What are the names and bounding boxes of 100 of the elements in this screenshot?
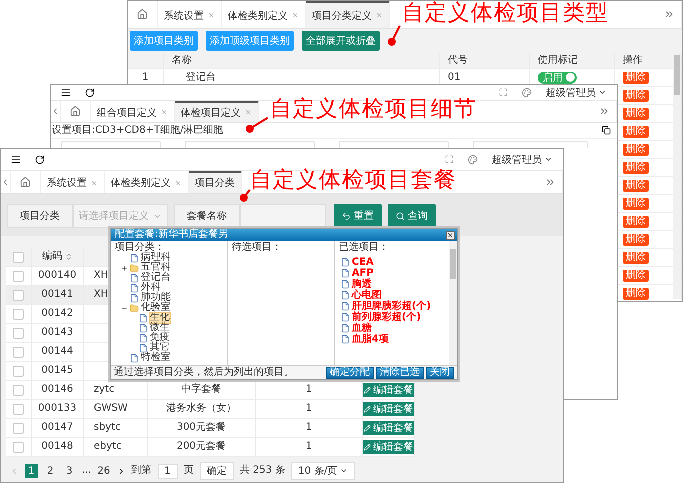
palette-icon[interactable] <box>468 154 478 164</box>
delete-button[interactable]: 删除 <box>623 144 649 156</box>
toolbar-button[interactable]: 添加项目类别 <box>130 31 198 51</box>
delete-button[interactable]: 删除 <box>623 108 649 120</box>
refresh-icon[interactable] <box>85 88 95 98</box>
close-icon[interactable] <box>208 12 215 19</box>
checkbox[interactable] <box>13 366 24 376</box>
dialog-button[interactable]: 清除已选 <box>376 366 424 378</box>
name-input[interactable] <box>240 204 326 228</box>
refresh-icon[interactable] <box>35 154 45 164</box>
tab[interactable]: 项目分类 <box>189 171 242 193</box>
delete-button[interactable]: 删除 <box>623 90 649 102</box>
home-icon[interactable] <box>70 106 81 117</box>
selected-item[interactable]: 血脂4项 <box>352 334 389 344</box>
checkbox[interactable] <box>13 252 24 262</box>
tree-item[interactable]: 化验室 <box>141 303 171 313</box>
close-icon[interactable] <box>175 180 182 186</box>
close-icon[interactable] <box>292 12 299 19</box>
toolbar-button[interactable]: 添加顶级项目类别 <box>206 31 294 51</box>
selected-item[interactable]: 前列腺彩超(个) <box>352 312 422 322</box>
search-icon <box>396 212 405 220</box>
tree-item[interactable]: 其它 <box>150 343 170 353</box>
checkbox[interactable] <box>13 346 24 358</box>
expand-icon[interactable] <box>121 264 128 272</box>
delete-button[interactable]: 删除 <box>623 72 649 84</box>
user-menu[interactable]: 超级管理员 <box>492 152 553 166</box>
checkbox[interactable] <box>13 384 24 396</box>
tree-item[interactable]: 免疫 <box>150 333 170 343</box>
delete-button[interactable]: 删除 <box>623 198 649 210</box>
tree-item[interactable]: 登记台 <box>141 273 171 283</box>
copy-icon[interactable] <box>602 126 611 135</box>
selected-item[interactable]: 胸透 <box>352 280 372 290</box>
checkbox[interactable] <box>13 308 24 320</box>
page-number[interactable]: 1 <box>25 464 38 478</box>
checkbox[interactable] <box>13 290 24 300</box>
delete-button[interactable]: 删除 <box>623 252 649 264</box>
more-tabs-icon[interactable] <box>599 106 610 117</box>
close-icon[interactable] <box>91 180 98 186</box>
delete-button[interactable]: 删除 <box>623 270 649 282</box>
tree-item[interactable]: 病理科 <box>141 253 171 263</box>
scroll-left-icon[interactable] <box>51 107 60 116</box>
delete-button[interactable]: 删除 <box>623 216 649 228</box>
scroll-left-icon[interactable] <box>1 178 10 186</box>
checkbox[interactable] <box>13 404 24 414</box>
tab[interactable]: 项目分类定义 <box>306 1 390 28</box>
tab[interactable]: 体检项目定义 <box>175 101 259 122</box>
close-button[interactable] <box>446 230 455 240</box>
edit-package-button[interactable]: 编辑套餐 <box>363 402 414 416</box>
delete-button[interactable]: 删除 <box>623 234 649 246</box>
home-icon[interactable] <box>137 9 148 20</box>
delete-button[interactable]: 删除 <box>623 126 649 138</box>
confirm-button[interactable]: 确定 <box>200 462 234 480</box>
page-number[interactable]: 26 <box>98 464 111 478</box>
page-number[interactable]: 3 <box>63 464 76 478</box>
home-icon[interactable] <box>20 176 31 188</box>
more-tabs-icon[interactable] <box>545 176 556 188</box>
delete-button[interactable]: 删除 <box>623 180 649 192</box>
checkbox[interactable] <box>13 328 24 338</box>
checkbox[interactable] <box>13 270 24 282</box>
selected-item[interactable]: AFP <box>352 268 374 278</box>
delete-button[interactable]: 删除 <box>623 162 649 174</box>
selected-item[interactable]: 血糖 <box>352 324 372 334</box>
selected-item[interactable]: 肝胆脾胰彩超(个) <box>352 302 432 312</box>
page-number[interactable]: 2 <box>44 464 57 478</box>
toggle-switch[interactable]: 启用 <box>538 72 577 84</box>
menu-icon[interactable] <box>11 154 21 164</box>
tree-item[interactable]: 微生 <box>150 323 170 333</box>
checkbox[interactable] <box>13 442 24 452</box>
fullscreen-icon[interactable] <box>499 88 508 97</box>
user-menu[interactable]: 超级管理员 <box>546 86 607 100</box>
edit-package-button[interactable]: 编辑套餐 <box>363 440 414 454</box>
reset-button[interactable]: 重置 <box>334 204 382 228</box>
edit-package-button[interactable]: 编辑套餐 <box>363 421 414 435</box>
menu-icon[interactable] <box>61 88 71 98</box>
sort-icon[interactable] <box>64 253 72 261</box>
dialog-button[interactable]: 确定分配 <box>326 366 374 378</box>
search-button[interactable]: 查询 <box>388 204 436 228</box>
delete-button[interactable]: 删除 <box>623 288 649 300</box>
tree-item[interactable]: 五官科 <box>141 263 171 273</box>
tree-item[interactable]: 肺功能 <box>141 293 171 303</box>
toolbar-button[interactable]: 全部展开或折叠 <box>302 31 380 51</box>
edit-package-button[interactable]: 编辑套餐 <box>363 383 414 397</box>
fullscreen-icon[interactable] <box>445 155 454 164</box>
tree-item[interactable]: 外科 <box>141 283 161 293</box>
dialog-button[interactable]: 关闭 <box>426 366 454 378</box>
page-input[interactable]: 1 <box>158 464 178 478</box>
close-icon[interactable] <box>161 109 168 116</box>
palette-icon[interactable] <box>522 88 532 98</box>
selected-item[interactable]: CEA <box>352 258 374 268</box>
scrollbar[interactable] <box>673 53 681 299</box>
previous-page-icon[interactable] <box>10 466 19 476</box>
scrollbar[interactable] <box>449 241 457 365</box>
close-icon[interactable] <box>376 12 383 19</box>
close-icon[interactable] <box>245 109 252 116</box>
checkbox[interactable] <box>13 422 24 434</box>
more-tabs-icon[interactable] <box>664 9 675 20</box>
tree-item[interactable]: 特检室 <box>141 353 171 363</box>
page-size-select[interactable]: 10 条/页 <box>291 462 355 480</box>
column-header[interactable]: 编码 <box>42 251 72 263</box>
selected-item[interactable]: 心电图 <box>352 290 382 300</box>
